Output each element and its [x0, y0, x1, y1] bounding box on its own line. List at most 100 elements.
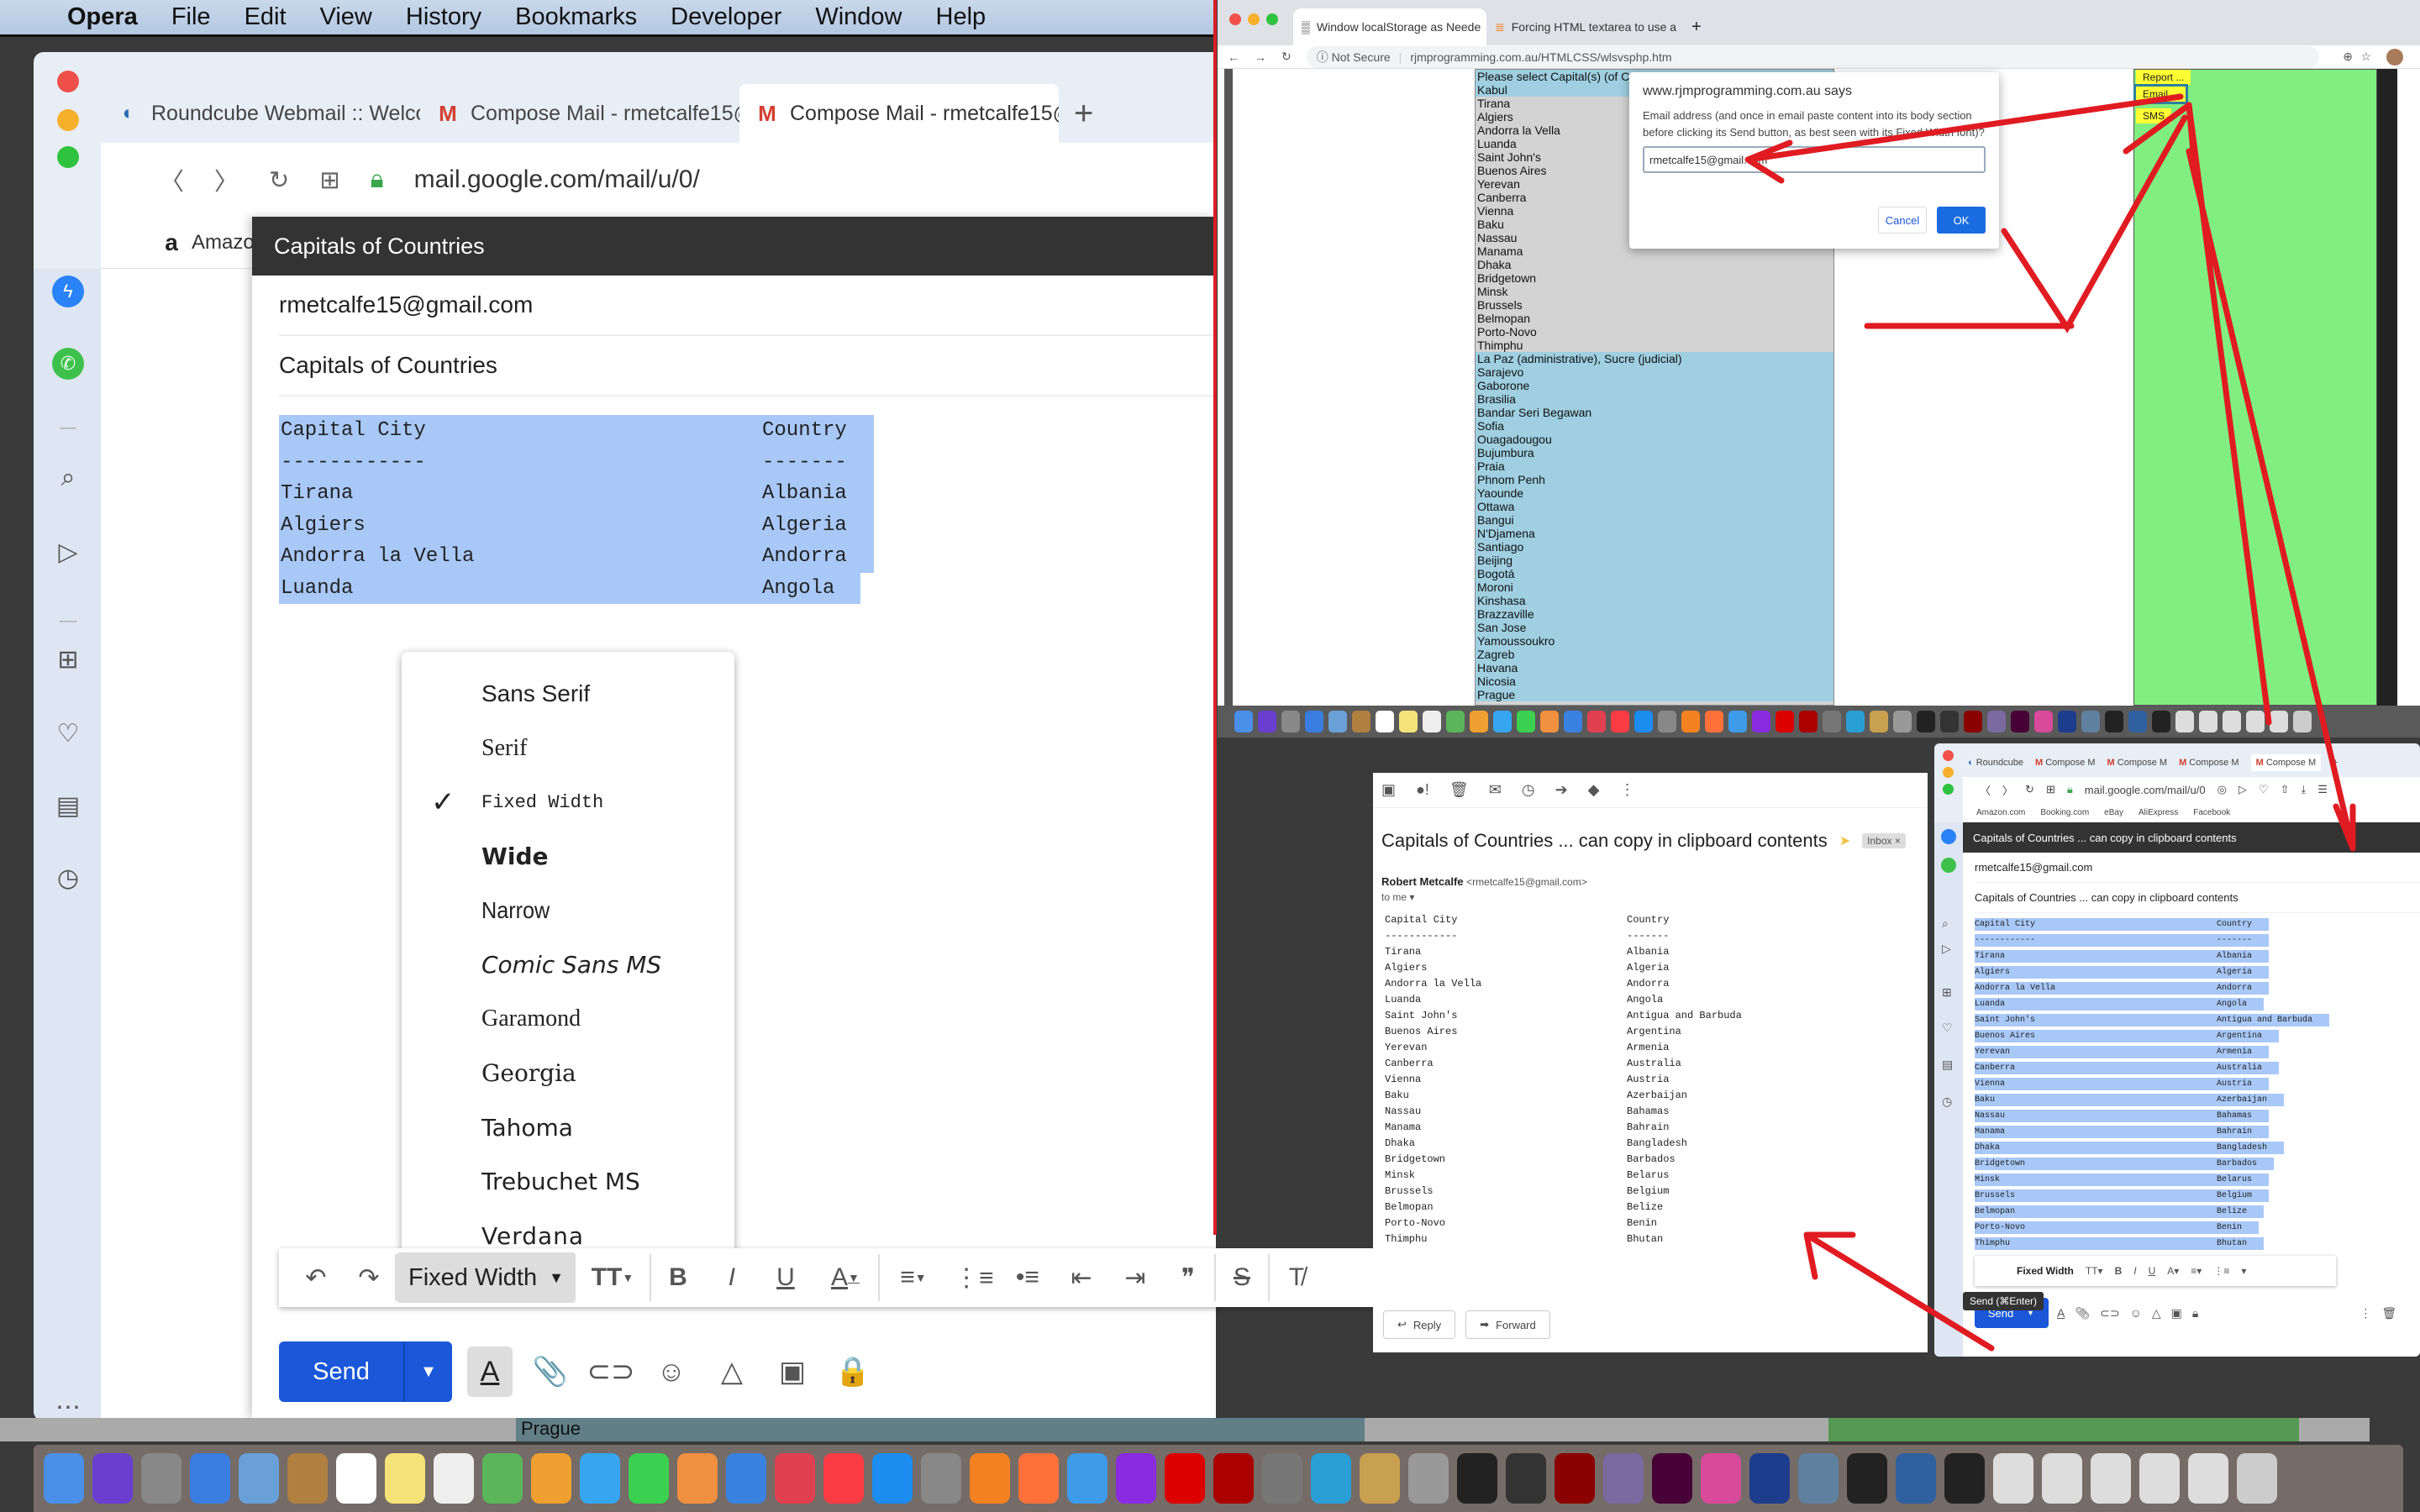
dock-app-icon[interactable] — [2058, 711, 2076, 732]
dock-app-icon[interactable] — [1564, 711, 1582, 732]
bold-button[interactable]: B — [651, 1254, 705, 1301]
font-option-garamond[interactable]: Garamond — [402, 992, 734, 1047]
quote-button[interactable]: ❞ — [1162, 1254, 1216, 1301]
dock-app-icon[interactable] — [1749, 1453, 1790, 1504]
dock-app-icon[interactable] — [1018, 1453, 1059, 1504]
tab-roundcube[interactable]: ◐ Roundcube Webmail :: Welco — [101, 84, 420, 143]
dock-app-icon[interactable] — [775, 1453, 815, 1504]
dock-app-icon[interactable] — [921, 1453, 961, 1504]
dock-app-icon[interactable] — [1311, 1453, 1351, 1504]
menu-developer[interactable]: Developer — [671, 3, 781, 31]
zoom-icon[interactable]: ⊕ — [2343, 50, 2353, 64]
capital-option[interactable]: Havana — [1476, 661, 1833, 675]
capital-option[interactable]: Porto-Novo — [1476, 325, 1833, 339]
more-options-icon[interactable]: ⋮ — [1620, 781, 1635, 799]
dock-app-icon[interactable] — [141, 1453, 182, 1504]
dock-app-icon[interactable] — [1752, 711, 1770, 732]
insert-photo-icon[interactable]: ▣ — [770, 1347, 815, 1397]
new-tab-button[interactable]: + — [2333, 758, 2338, 768]
forward-button[interactable]: ➡ Forward — [1465, 1310, 1550, 1339]
dock-app-icon[interactable] — [1328, 711, 1347, 732]
dock-app-icon[interactable] — [1165, 1453, 1205, 1504]
bookmark-aliexpress[interactable]: AliExpress — [2139, 808, 2178, 817]
dock-app-icon[interactable] — [2270, 711, 2288, 732]
google-drive-icon[interactable]: △ — [2152, 1306, 2161, 1320]
dock-app-icon[interactable] — [2011, 711, 2029, 732]
dock-app-icon[interactable] — [2188, 1453, 2228, 1504]
bookmark-ebay[interactable]: eBay — [2104, 808, 2123, 817]
capital-option[interactable]: Brazzaville — [1476, 607, 1833, 621]
send-icon[interactable]: ▷ — [2238, 783, 2247, 796]
dock-app-icon[interactable] — [629, 1453, 669, 1504]
dock-app-icon[interactable] — [1823, 711, 1841, 732]
dock-app-icon[interactable] — [2152, 711, 2170, 732]
more-icon[interactable]: ⋯ — [52, 1391, 84, 1421]
dock-app-icon[interactable] — [239, 1453, 279, 1504]
google-drive-icon[interactable]: △ — [709, 1347, 755, 1397]
compose-header[interactable]: Capitals of Countries — [252, 217, 1216, 276]
heart-icon[interactable]: ♡ — [2259, 783, 2269, 796]
text-color-button[interactable]: A ▼ — [813, 1254, 880, 1301]
redo-button[interactable]: ↷ — [343, 1254, 397, 1301]
dock-app-icon[interactable] — [1603, 1453, 1644, 1504]
url-field[interactable]: mail.google.com/mail/u/0 — [2085, 784, 2206, 796]
bookmark-facebook[interactable]: Facebook — [2193, 808, 2230, 817]
italic-button[interactable]: I — [705, 1254, 759, 1301]
capital-option[interactable]: Dhaka — [1476, 258, 1833, 271]
dock-app-icon[interactable] — [1798, 1453, 1839, 1504]
dock-app-icon[interactable] — [1305, 711, 1323, 732]
font-option-trebuchet-ms[interactable]: Trebuchet MS — [402, 1155, 734, 1210]
dock-app-icon[interactable] — [1917, 711, 1935, 732]
dock-app-icon[interactable] — [1506, 1453, 1546, 1504]
dock-app-icon[interactable] — [1846, 711, 1865, 732]
dock-app-icon[interactable] — [1517, 711, 1535, 732]
capital-option[interactable]: Yamoussoukro — [1476, 634, 1833, 648]
archive-icon[interactable]: ▣ — [1381, 781, 1396, 799]
dock-app-icon[interactable] — [1799, 711, 1818, 732]
font-option-tahoma[interactable]: Tahoma — [402, 1100, 734, 1155]
dock-app-icon[interactable] — [287, 1453, 328, 1504]
back-icon[interactable]: 〈 — [160, 162, 184, 197]
dock-app-icon[interactable] — [1847, 1453, 1887, 1504]
chrome-tab-forcing-textarea[interactable]: ≣ Forcing HTML textarea to use a X — [1486, 8, 1680, 45]
dock-app-icon[interactable] — [1634, 711, 1653, 732]
email-button[interactable]: Email ... — [2133, 84, 2189, 104]
capital-option[interactable]: Ouagadougou — [1476, 433, 1833, 446]
speed-dial-icon[interactable]: ⊞ — [1942, 985, 1952, 1000]
subject-field[interactable]: Capitals of Countries — [279, 336, 1216, 396]
capital-option[interactable]: Brasilia — [1476, 392, 1833, 406]
dock-app-icon[interactable] — [2081, 711, 2100, 732]
capital-option[interactable]: Bogotá — [1476, 567, 1833, 580]
whatsapp-icon[interactable]: ✆ — [52, 348, 84, 380]
dock-app-icon[interactable] — [1408, 1453, 1449, 1504]
font-family-select[interactable]: Fixed Width — [2017, 1265, 2074, 1277]
dock-app-icon[interactable] — [1940, 711, 1959, 732]
menu-file[interactable]: File — [171, 3, 211, 31]
capital-option[interactable]: Bandar Seri Begawan — [1476, 406, 1833, 419]
recipient-chip[interactable]: rmetcalfe15@gmail.com — [279, 291, 533, 318]
close-window-button[interactable] — [1943, 750, 1954, 761]
dock-app-icon[interactable] — [1893, 711, 1912, 732]
close-window-button[interactable] — [57, 71, 79, 92]
capital-option[interactable]: Sarajevo — [1476, 365, 1833, 379]
forward-icon[interactable]: → — [1255, 50, 1266, 64]
bulleted-list-button[interactable]: •≡ — [1001, 1254, 1055, 1301]
font-option-narrow[interactable]: Narrow — [402, 884, 734, 938]
capital-option[interactable]: Bujumbura — [1476, 446, 1833, 459]
indent-more-button[interactable]: ⇥ — [1108, 1254, 1162, 1301]
dock-app-icon[interactable] — [1470, 711, 1488, 732]
mini-tab[interactable]: M Compose M — [2107, 758, 2168, 768]
delete-icon[interactable]: 🗑︎ — [1449, 781, 1469, 799]
capital-option[interactable]: Thimphu — [1476, 339, 1833, 352]
back-icon[interactable]: 〈 — [1980, 782, 1991, 798]
insert-link-icon[interactable]: ⊂⊃ — [2100, 1306, 2119, 1320]
tabs-grid-icon[interactable]: ⊞ — [2046, 783, 2055, 796]
chrome-tab-localstorage[interactable]: ▒ Window localStorage as Neede X — [1293, 8, 1486, 45]
dock-app-icon[interactable] — [1360, 1453, 1400, 1504]
news-icon[interactable]: ▤ — [1942, 1058, 1953, 1072]
label-icon[interactable]: ◆ — [1588, 781, 1600, 799]
confidential-mode-icon[interactable]: 🔒 — [830, 1347, 876, 1397]
mini-message-body[interactable]: Capital City Country ------------ ------- Ti… — [1975, 916, 2330, 1252]
attach-file-icon[interactable]: 📎 — [528, 1347, 573, 1397]
subject-field[interactable]: Capitals of Countries ... can copy in cl… — [1975, 883, 2420, 913]
